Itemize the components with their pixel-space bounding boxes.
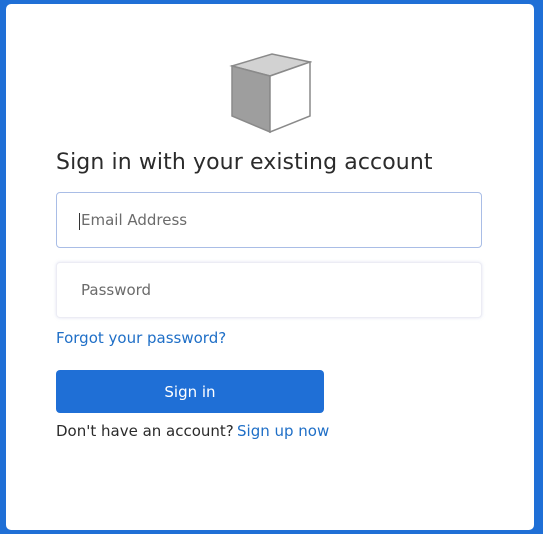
page-title: Sign in with your existing account [56, 150, 433, 175]
signin-card: Sign in with your existing account Forgo… [6, 4, 534, 530]
sign-up-link[interactable]: Sign up now [237, 422, 329, 440]
password-field[interactable] [56, 262, 482, 318]
sign-in-button[interactable]: Sign in [56, 370, 324, 413]
email-field[interactable] [56, 192, 482, 248]
forgot-password-link[interactable]: Forgot your password? [56, 329, 226, 347]
no-account-text: Don't have an account? [56, 422, 234, 440]
cube-icon [229, 53, 312, 134]
text-caret [79, 213, 80, 230]
